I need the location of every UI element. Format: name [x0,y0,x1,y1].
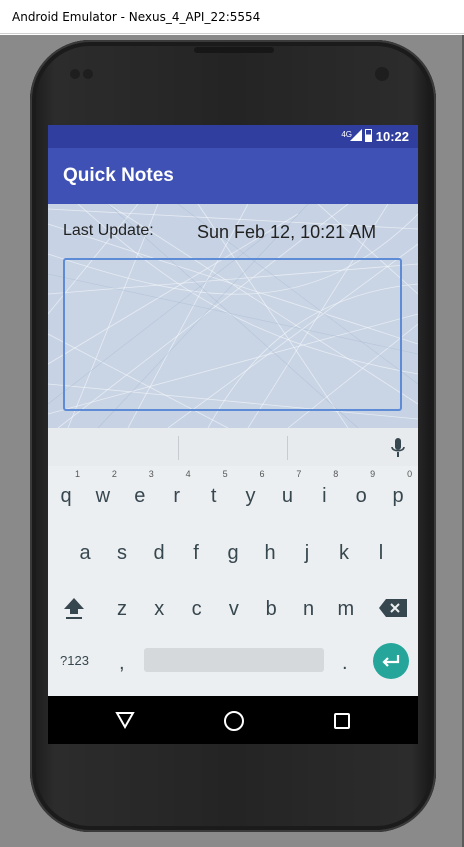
key-label: d [153,542,165,564]
key-label: g [227,542,239,564]
key-label: l [378,542,384,564]
key-j[interactable]: j [289,542,325,565]
key-w[interactable]: w2 [85,469,121,508]
speaker-grille [194,47,274,53]
key-a[interactable]: a [67,542,103,565]
suggestion-divider [287,436,288,460]
microphone-icon[interactable] [388,437,408,459]
key-label: f [193,542,199,564]
period-key[interactable]: . [342,652,348,675]
key-f[interactable]: f [178,542,214,565]
key-label: c [191,598,202,620]
key-r[interactable]: r4 [159,469,195,508]
soft-keyboard: q1w2e3r4t5y6u7i8o9p0 asdfghjkl zxcvbnm ?… [48,428,418,696]
key-e[interactable]: e3 [122,469,158,508]
home-icon[interactable] [224,711,244,731]
key-label: x [154,598,165,620]
key-number-hint: 0 [407,469,413,479]
key-x[interactable]: x [141,598,177,621]
navigation-bar [48,696,418,744]
status-time: 10:22 [375,129,409,144]
sensor-dot [70,69,80,79]
comma-key[interactable]: , [119,652,125,675]
key-l[interactable]: l [363,542,399,565]
key-g[interactable]: g [215,542,251,565]
key-number-hint: 5 [222,469,228,479]
key-p[interactable]: p0 [380,469,416,508]
key-label: e [134,485,146,507]
key-number-hint: 2 [111,469,117,479]
symbols-key[interactable]: ?123 [60,653,89,668]
key-label: i [322,485,327,507]
battery-icon [365,129,372,142]
key-label: m [337,598,355,620]
key-label: o [355,485,367,507]
front-camera [375,67,389,81]
key-label: b [265,598,277,620]
space-bar[interactable] [144,648,324,672]
key-d[interactable]: d [141,542,177,565]
key-label: j [304,542,310,564]
key-q[interactable]: q1 [48,469,84,508]
key-label: v [228,598,239,620]
key-number-hint: 4 [185,469,191,479]
enter-arrow-icon [382,655,400,667]
key-n[interactable]: n [291,598,327,621]
key-label: t [210,485,217,507]
key-number-hint: 8 [333,469,339,479]
back-icon[interactable] [115,711,135,729]
key-number-hint: 3 [148,469,154,479]
key-label: w [95,485,111,507]
key-label: k [339,542,349,564]
key-label: y [245,485,256,507]
key-label: u [281,485,293,507]
key-h[interactable]: h [252,542,288,565]
key-s[interactable]: s [104,542,140,565]
key-z[interactable]: z [104,598,140,621]
key-number-hint: 6 [259,469,265,479]
key-number-hint: 9 [370,469,376,479]
key-label: r [173,485,181,507]
enter-button[interactable] [373,643,409,679]
key-c[interactable]: c [179,598,215,621]
key-number-hint: 7 [296,469,302,479]
status-bar: 4G 10:22 [48,125,418,148]
shift-icon[interactable] [62,596,86,620]
backspace-icon[interactable] [378,598,408,618]
key-label: z [117,598,127,620]
suggestion-strip [48,428,418,466]
key-label: q [60,485,72,507]
key-label: n [302,598,315,620]
key-label: s [117,542,127,564]
app-title: Quick Notes [63,165,174,186]
key-o[interactable]: o9 [343,469,379,508]
key-label: a [79,542,91,564]
suggestion-divider [178,436,179,460]
device-screen: 4G 10:22 Quick Notes Last Update: Sun Fe… [48,125,418,744]
emulator-window-title: Android Emulator - Nexus_4_API_22:5554 [0,0,464,34]
recent-apps-icon[interactable] [334,713,350,729]
last-update-label: Last Update: [63,222,154,239]
app-bar: Quick Notes [48,148,418,204]
key-v[interactable]: v [216,598,252,621]
key-number-hint: 1 [74,469,80,479]
key-i[interactable]: i8 [306,469,342,508]
key-b[interactable]: b [253,598,289,621]
note-content-area: Last Update: Sun Feb 12, 10:21 AM [48,204,418,428]
key-m[interactable]: m [328,598,364,621]
key-t[interactable]: t5 [196,469,232,508]
last-update-value: Sun Feb 12, 10:21 AM [197,222,377,242]
key-k[interactable]: k [326,542,362,565]
note-text-input[interactable] [63,258,402,411]
key-y[interactable]: y6 [233,469,269,508]
sensor-dot [83,69,93,79]
signal-icon [350,129,362,141]
key-label: p [392,485,404,507]
key-u[interactable]: u7 [269,469,305,508]
key-label: h [264,542,276,564]
